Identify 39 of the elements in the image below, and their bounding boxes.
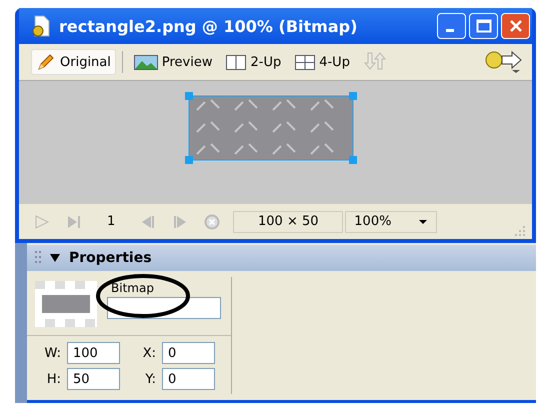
image-size: 100 × 50 [233,210,344,232]
value-field[interactable]: 0 [162,342,215,364]
maximize-icon [476,19,492,33]
panel-title: Properties [69,250,152,266]
field-label: W: [44,346,62,360]
grip-icon[interactable] [35,250,41,266]
field-label: X: [142,346,157,360]
value-field[interactable]: 100 [67,342,120,364]
four-pane-icon [295,54,316,70]
close-button[interactable] [501,13,530,39]
document-icon [31,15,51,37]
last-frame-icon[interactable] [65,214,83,228]
field-label: H: [46,372,62,386]
play-icon[interactable] [33,214,51,228]
value-field[interactable]: 0 [162,368,215,390]
view-tab[interactable]: 2-Up [221,50,286,74]
frame-number: 1 [107,214,116,229]
landscape-icon [134,54,158,70]
minimize-button[interactable] [437,13,466,39]
caret-icon [418,218,428,224]
quick-export-icon[interactable] [484,50,524,74]
panel-header[interactable]: Properties [27,245,536,271]
expand-triangle-icon[interactable] [49,253,61,263]
view-tab[interactable]: Preview [128,50,218,74]
stop-icon[interactable] [203,214,222,230]
resize-grip-icon[interactable] [512,223,526,237]
object-type: Bitmap [110,281,155,295]
window-title: rectangle2.png @ 100% (Bitmap) [59,16,358,36]
pencil-icon [36,53,56,71]
zoom-dropdown[interactable]: 100% [345,210,438,232]
value-field[interactable]: 50 [67,368,120,390]
bitmap-thumbnail [35,281,97,327]
view-tab[interactable]: Original [31,49,116,75]
close-icon [508,18,524,34]
maximize-button[interactable] [469,13,498,39]
two-pane-icon [226,54,246,70]
minimize-icon [446,28,454,32]
view-tab[interactable]: 4-Up [290,50,355,74]
field-label: Y: [144,372,157,386]
